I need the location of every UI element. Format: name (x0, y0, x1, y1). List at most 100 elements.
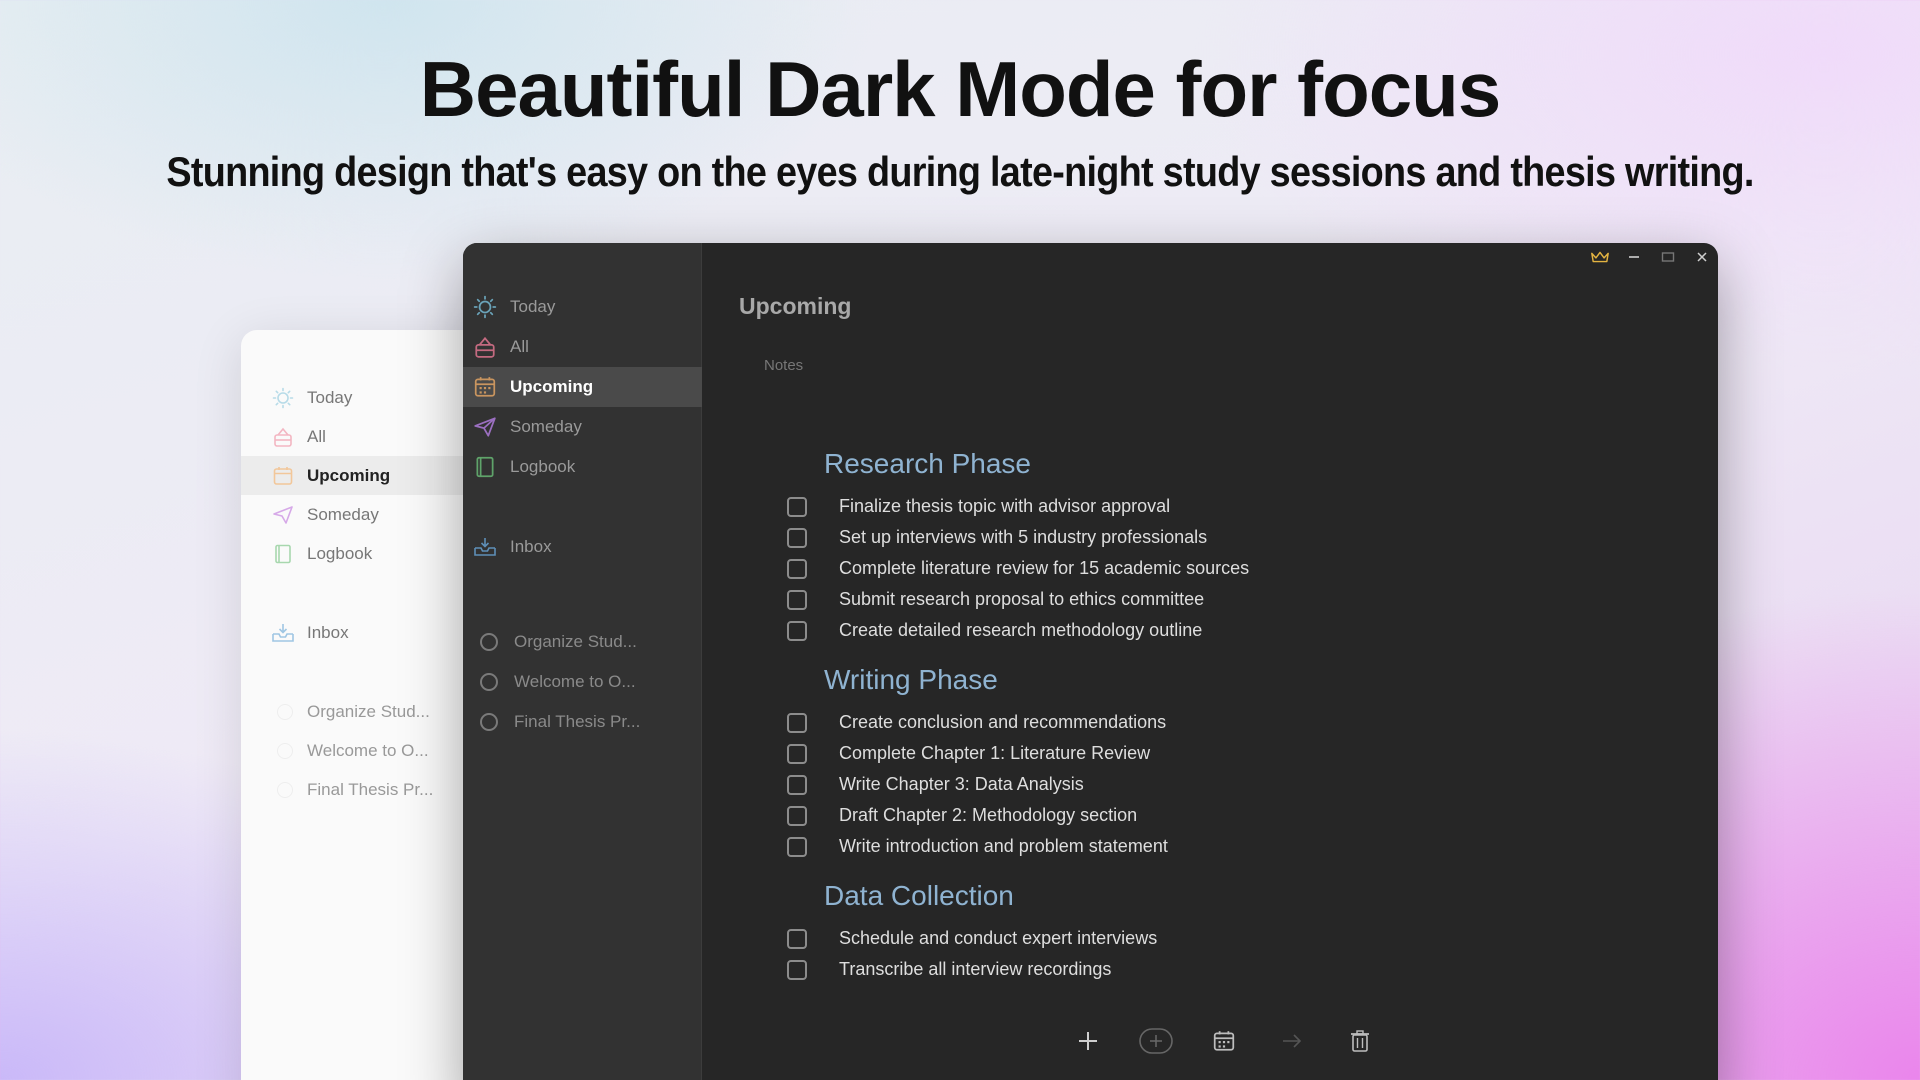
light-mode-window: Today All Upcoming Someday Logbook Inbox… (241, 330, 501, 1080)
sidebar-project-item[interactable]: Final Thesis Pr... (463, 702, 702, 742)
project-circle-icon (277, 781, 293, 798)
project-circle-icon (480, 633, 498, 651)
calendar-icon[interactable] (1206, 1023, 1242, 1059)
sidebar-project-item[interactable]: Organize Stud... (463, 622, 702, 662)
main-content: Upcoming Notes Research Phase Finalize t… (702, 243, 1718, 1080)
all-icon (271, 425, 295, 449)
task-row[interactable]: Draft Chapter 2: Methodology section (787, 800, 1137, 831)
sidebar-item-today[interactable]: Today (463, 287, 702, 327)
task-title: Write introduction and problem statement (839, 836, 1168, 856)
task-checkbox[interactable] (787, 712, 807, 733)
light-project-label: Organize Stud... (307, 701, 430, 721)
bottom-toolbar (1070, 1023, 1410, 1059)
task-row[interactable]: Transcribe all interview recordings (787, 954, 1111, 985)
logbook-icon (271, 542, 295, 566)
add-circle-icon[interactable] (1138, 1023, 1174, 1059)
sidebar: Today All Upcoming Someday Logbook Inbox… (463, 243, 702, 1080)
task-title: Transcribe all interview recordings (839, 959, 1112, 979)
task-title: Schedule and conduct expert interviews (839, 928, 1158, 948)
task-row[interactable]: Write Chapter 3: Data Analysis (787, 769, 1084, 800)
light-nav-upcoming[interactable]: Upcoming (241, 456, 501, 495)
add-icon[interactable] (1070, 1023, 1106, 1059)
task-checkbox[interactable] (787, 527, 807, 548)
task-row[interactable]: Schedule and conduct expert interviews (787, 923, 1157, 954)
light-nav-someday[interactable]: Someday (241, 495, 501, 534)
sidebar-item-label: Upcoming (510, 377, 594, 396)
project-circle-icon (480, 673, 498, 691)
paper-plane-icon (473, 415, 497, 439)
sidebar-item-someday[interactable]: Someday (463, 407, 702, 447)
light-nav-logbook[interactable]: Logbook (241, 534, 501, 573)
sidebar-project-label: Organize Stud... (514, 632, 637, 651)
task-title: Create detailed research methodology out… (839, 620, 1203, 640)
task-row[interactable]: Create detailed research methodology out… (787, 615, 1202, 646)
section-heading[interactable]: Data Collection (824, 880, 1014, 912)
task-checkbox[interactable] (787, 496, 807, 517)
task-checkbox[interactable] (787, 743, 807, 764)
notes-field[interactable]: Notes (764, 357, 803, 374)
task-row[interactable]: Submit research proposal to ethics commi… (787, 584, 1204, 615)
sidebar-item-upcoming[interactable]: Upcoming (463, 367, 702, 407)
task-checkbox[interactable] (787, 558, 807, 579)
inbox-icon (271, 621, 295, 645)
sidebar-item-inbox[interactable]: Inbox (463, 527, 702, 567)
task-title: Write Chapter 3: Data Analysis (839, 774, 1084, 794)
task-row[interactable]: Write introduction and problem statement (787, 831, 1168, 862)
task-checkbox[interactable] (787, 589, 807, 610)
sidebar-item-label: Someday (510, 417, 582, 436)
task-title: Submit research proposal to ethics commi… (839, 589, 1205, 609)
light-nav-today[interactable]: Today (241, 378, 501, 417)
section-heading[interactable]: Research Phase (824, 448, 1031, 480)
light-project-label: Final Thesis Pr... (307, 779, 434, 799)
dark-mode-window: Today All Upcoming Someday Logbook Inbox… (463, 243, 1718, 1080)
inbox-icon (473, 535, 497, 559)
task-title: Finalize thesis topic with advisor appro… (839, 496, 1171, 516)
sidebar-nav: Today All Upcoming Someday Logbook Inbox… (463, 287, 702, 742)
sidebar-item-all[interactable]: All (463, 327, 702, 367)
sun-icon (473, 295, 497, 319)
task-row[interactable]: Complete Chapter 1: Literature Review (787, 738, 1150, 769)
light-nav-all[interactable]: All (241, 417, 501, 456)
sidebar-item-label: Inbox (510, 537, 552, 556)
light-nav-label: Someday (307, 504, 379, 524)
project-circle-icon (277, 742, 293, 759)
task-title: Complete literature review for 15 academ… (839, 558, 1250, 578)
section-heading[interactable]: Writing Phase (824, 664, 998, 696)
sidebar-project-item[interactable]: Welcome to O... (463, 662, 702, 702)
sidebar-item-logbook[interactable]: Logbook (463, 447, 702, 487)
task-checkbox[interactable] (787, 620, 807, 641)
light-nav-label: Upcoming (307, 465, 391, 485)
light-project-item[interactable]: Welcome to O... (241, 731, 501, 770)
trash-icon[interactable] (1342, 1023, 1378, 1059)
task-checkbox[interactable] (787, 928, 807, 949)
sidebar-item-label: Logbook (510, 457, 576, 476)
paper-plane-icon (271, 503, 295, 527)
light-nav-inbox[interactable]: Inbox (241, 613, 501, 652)
calendar-icon (271, 464, 295, 488)
marketing-headline: Beautiful Dark Mode for focus (419, 45, 1501, 133)
task-checkbox[interactable] (787, 959, 807, 980)
task-title: Create conclusion and recommendations (839, 712, 1167, 732)
light-project-item[interactable]: Organize Stud... (241, 692, 501, 731)
light-project-label: Welcome to O... (307, 740, 429, 760)
task-checkbox[interactable] (787, 774, 807, 795)
task-checkbox[interactable] (787, 836, 807, 857)
logbook-icon (473, 455, 497, 479)
all-icon (473, 335, 497, 359)
light-nav-label: Logbook (307, 543, 373, 563)
sidebar-item-label: All (510, 337, 529, 356)
task-checkbox[interactable] (787, 805, 807, 826)
calendar-icon (473, 375, 497, 399)
page-title: Upcoming (739, 293, 852, 319)
task-row[interactable]: Set up interviews with 5 industry profes… (787, 522, 1207, 553)
sidebar-project-label: Final Thesis Pr... (514, 712, 641, 731)
light-project-item[interactable]: Final Thesis Pr... (241, 770, 501, 809)
task-row[interactable]: Finalize thesis topic with advisor appro… (787, 491, 1170, 522)
light-nav-label: Inbox (307, 622, 349, 642)
sun-icon (271, 386, 295, 410)
project-circle-icon (277, 703, 293, 720)
task-row[interactable]: Create conclusion and recommendations (787, 707, 1166, 738)
task-row[interactable]: Complete literature review for 15 academ… (787, 553, 1249, 584)
arrow-right-icon[interactable] (1274, 1023, 1310, 1059)
light-nav-label: Today (307, 387, 353, 407)
